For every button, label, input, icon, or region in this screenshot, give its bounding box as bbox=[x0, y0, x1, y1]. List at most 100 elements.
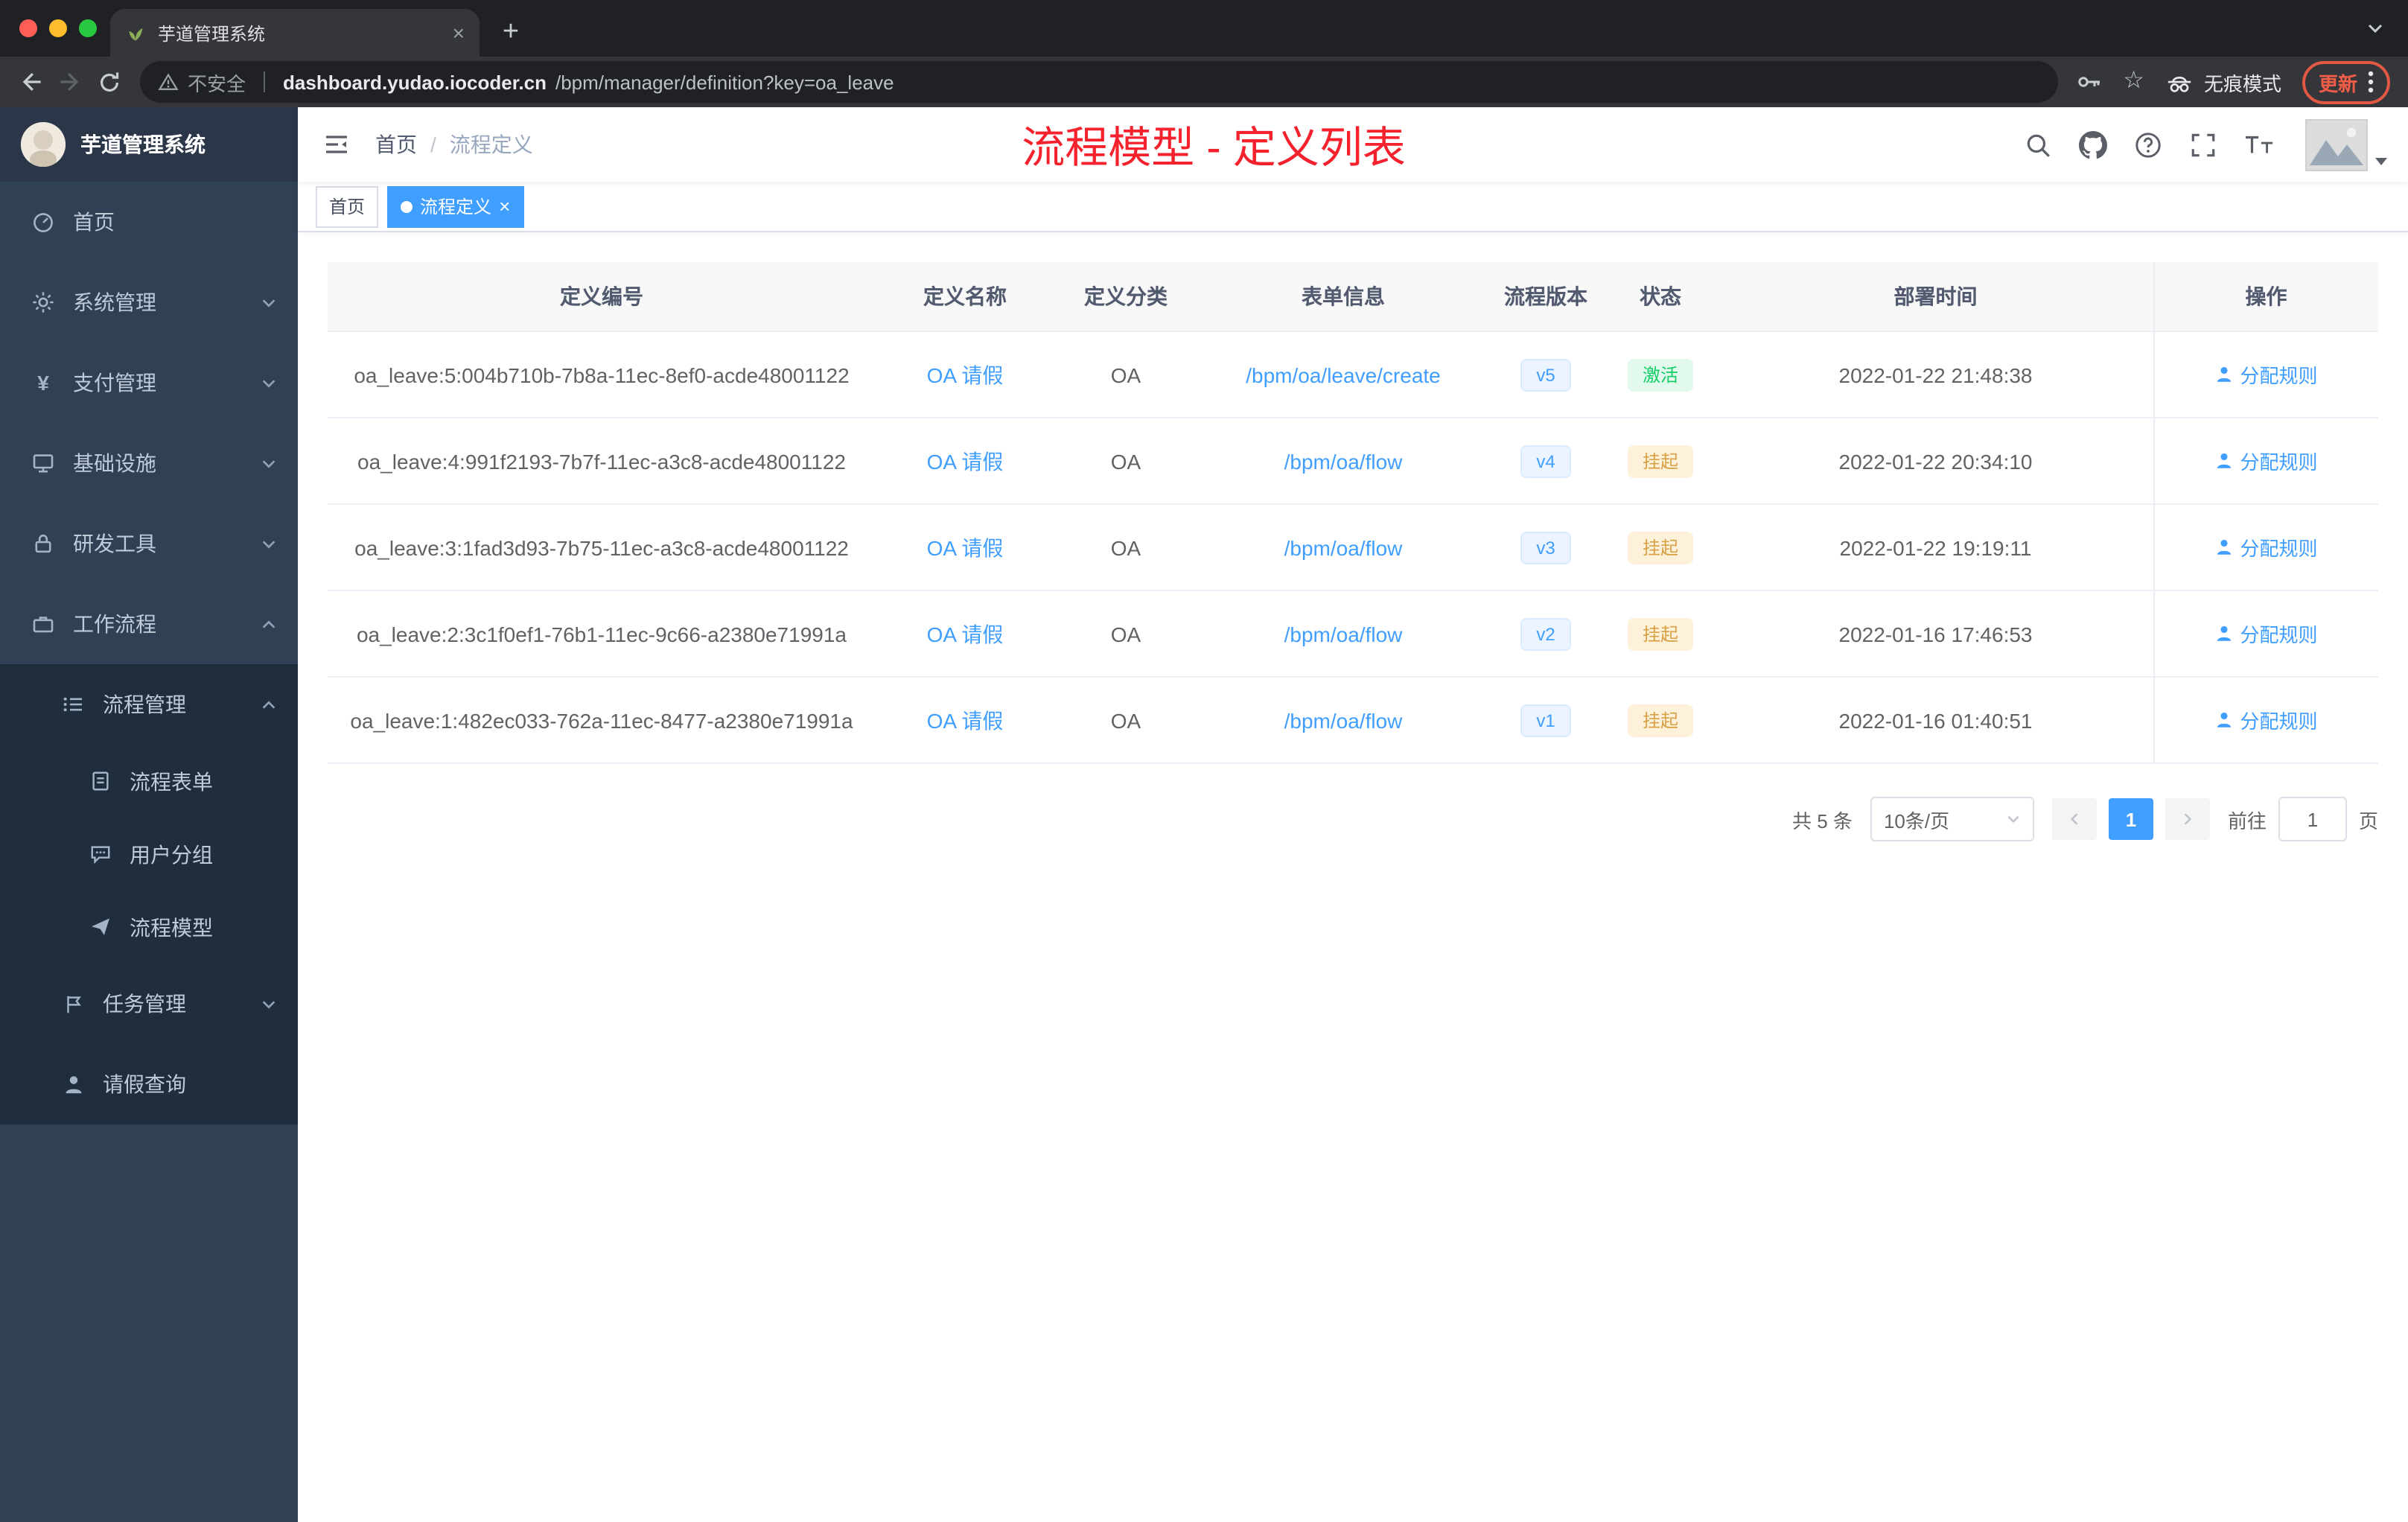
breadcrumb-home[interactable]: 首页 bbox=[375, 130, 417, 159]
deploy-time: 2022-01-22 21:48:38 bbox=[1838, 363, 2033, 386]
prev-page-button[interactable] bbox=[2051, 798, 2097, 840]
definition-name-link[interactable]: OA 请假 bbox=[927, 708, 1004, 732]
page-number-current[interactable]: 1 bbox=[2108, 798, 2153, 840]
form-link[interactable]: /bpm/oa/flow bbox=[1284, 449, 1403, 473]
tab-close-icon[interactable]: × bbox=[453, 22, 465, 43]
column-header: 状态 bbox=[1602, 262, 1719, 332]
reload-icon[interactable] bbox=[89, 63, 128, 101]
assign-rule-link[interactable]: 分配规则 bbox=[2214, 620, 2318, 648]
monitor-icon bbox=[30, 451, 57, 475]
security-warning-icon bbox=[158, 71, 179, 92]
incognito-badge: 无痕模式 bbox=[2165, 68, 2281, 96]
deploy-time: 2022-01-22 20:34:10 bbox=[1838, 449, 2033, 473]
assign-rule-link[interactable]: 分配规则 bbox=[2214, 360, 2318, 389]
sidebar-item-leave-query[interactable]: 请假查询 bbox=[0, 1044, 298, 1124]
lock-icon bbox=[30, 532, 57, 555]
sidebar-item-process-form[interactable]: 流程表单 bbox=[0, 745, 298, 818]
definition-id: oa_leave:2:3c1f0ef1-76b1-11ec-9c66-a2380… bbox=[356, 622, 847, 646]
sidebar-item-user-group[interactable]: 用户分组 bbox=[0, 818, 298, 891]
definition-name-link[interactable]: OA 请假 bbox=[927, 363, 1004, 386]
version-badge: v5 bbox=[1520, 358, 1572, 391]
sidebar-menu: 首页 系统管理 ¥ 支付管理 基础设施 研发工具 工作流程 流程管理 流程表单 … bbox=[0, 182, 298, 1124]
assign-rule-label: 分配规则 bbox=[2240, 538, 2318, 560]
url-path: /bpm/manager/definition?key=oa_leave bbox=[555, 71, 894, 93]
deploy-time: 2022-01-22 19:19:11 bbox=[1839, 535, 2032, 559]
tag-close-icon[interactable]: × bbox=[499, 197, 510, 216]
browser-update-button[interactable]: 更新 bbox=[2302, 60, 2390, 104]
header-actions bbox=[2024, 118, 2387, 171]
font-size-icon[interactable] bbox=[2244, 131, 2275, 158]
tag-label: 首页 bbox=[329, 197, 366, 217]
sidebar-item-label: 支付管理 bbox=[73, 371, 156, 395]
form-link[interactable]: /bpm/oa/flow bbox=[1284, 622, 1403, 646]
user-menu[interactable] bbox=[2305, 118, 2387, 171]
form-link[interactable]: /bpm/oa/flow bbox=[1284, 708, 1403, 732]
chevron-down-icon bbox=[261, 375, 277, 391]
gear-icon bbox=[30, 290, 57, 314]
assign-rule-link[interactable]: 分配规则 bbox=[2214, 706, 2318, 734]
version-badge: v2 bbox=[1520, 617, 1572, 650]
definition-name-link[interactable]: OA 请假 bbox=[927, 449, 1004, 473]
browser-tab[interactable]: 芋道管理系统 × bbox=[110, 9, 480, 57]
column-header: 部署时间 bbox=[1719, 262, 2153, 332]
yen-icon: ¥ bbox=[37, 371, 49, 395]
search-icon[interactable] bbox=[2024, 130, 2052, 159]
status-badge: 挂起 bbox=[1627, 531, 1693, 564]
tag-home[interactable]: 首页 bbox=[316, 185, 379, 227]
definition-name-link[interactable]: OA 请假 bbox=[927, 535, 1004, 559]
sidebar-item-system[interactable]: 系统管理 bbox=[0, 262, 298, 343]
next-page-button[interactable] bbox=[2165, 798, 2210, 840]
logo-avatar bbox=[21, 122, 66, 167]
page-size-select[interactable]: 10条/页 bbox=[1870, 797, 2034, 841]
column-header: 表单信息 bbox=[1197, 262, 1489, 332]
github-icon[interactable] bbox=[2079, 130, 2107, 159]
password-key-icon[interactable] bbox=[2075, 69, 2102, 95]
sidebar-item-devtools[interactable]: 研发工具 bbox=[0, 503, 298, 584]
tab-search-chevron-icon[interactable] bbox=[2366, 19, 2384, 37]
fullscreen-icon[interactable] bbox=[2189, 130, 2217, 159]
zoom-window-button[interactable] bbox=[79, 19, 97, 37]
bookmark-star-icon[interactable]: ☆ bbox=[2123, 69, 2144, 94]
chevron-down-icon bbox=[2006, 812, 2021, 827]
sidebar-item-process-management[interactable]: 流程管理 bbox=[0, 664, 298, 745]
sidebar-item-label: 请假查询 bbox=[103, 1072, 186, 1096]
back-icon[interactable] bbox=[12, 63, 51, 101]
paper-plane-icon bbox=[86, 916, 113, 938]
ordered-list-icon bbox=[60, 692, 86, 716]
goto-page-input[interactable] bbox=[2278, 797, 2347, 841]
sidebar-item-infrastructure[interactable]: 基础设施 bbox=[0, 423, 298, 503]
sidebar-item-process-model[interactable]: 流程模型 bbox=[0, 891, 298, 964]
help-icon[interactable] bbox=[2134, 130, 2162, 159]
close-window-button[interactable] bbox=[19, 19, 37, 37]
breadcrumb-separator: / bbox=[430, 133, 436, 156]
status-badge: 挂起 bbox=[1627, 704, 1693, 736]
version-badge: v3 bbox=[1520, 531, 1572, 564]
dashboard-icon bbox=[30, 210, 57, 234]
incognito-icon bbox=[2165, 68, 2194, 96]
minimize-window-button[interactable] bbox=[49, 19, 67, 37]
sidebar-item-payment[interactable]: ¥ 支付管理 bbox=[0, 343, 298, 423]
app-frame: 芋道管理系统 首页 系统管理 ¥ 支付管理 基础设施 研发工具 工作流程 流程管… bbox=[0, 107, 2408, 1522]
favicon bbox=[125, 22, 146, 43]
sidebar-item-label: 基础设施 bbox=[73, 451, 156, 475]
chevron-up-icon bbox=[261, 616, 277, 632]
definition-name-link[interactable]: OA 请假 bbox=[927, 622, 1004, 646]
form-link[interactable]: /bpm/oa/flow bbox=[1284, 535, 1403, 559]
assign-rule-label: 分配规则 bbox=[2240, 624, 2318, 646]
new-tab-button[interactable]: + bbox=[491, 12, 530, 51]
sidebar-item-task-management[interactable]: 任务管理 bbox=[0, 964, 298, 1044]
sidebar-item-workflow[interactable]: 工作流程 bbox=[0, 584, 298, 664]
form-link[interactable]: /bpm/oa/leave/create bbox=[1246, 363, 1441, 386]
address-bar[interactable]: 不安全 dashboard.yudao.iocoder.cn/bpm/manag… bbox=[140, 61, 2058, 103]
tag-process-definition[interactable]: 流程定义 × bbox=[387, 185, 524, 227]
app-logo[interactable]: 芋道管理系统 bbox=[0, 107, 298, 182]
assign-rule-link[interactable]: 分配规则 bbox=[2214, 447, 2318, 475]
window-controls bbox=[19, 19, 97, 37]
forward-icon[interactable] bbox=[51, 63, 89, 101]
column-header: 定义名称 bbox=[876, 262, 1054, 332]
browser-toolbar: 不安全 dashboard.yudao.iocoder.cn/bpm/manag… bbox=[0, 57, 2408, 107]
assign-rule-link[interactable]: 分配规则 bbox=[2214, 533, 2318, 561]
sidebar-item-home[interactable]: 首页 bbox=[0, 182, 298, 262]
sidebar-item-label: 系统管理 bbox=[73, 290, 156, 314]
sidebar-toggle-icon[interactable] bbox=[319, 127, 354, 162]
